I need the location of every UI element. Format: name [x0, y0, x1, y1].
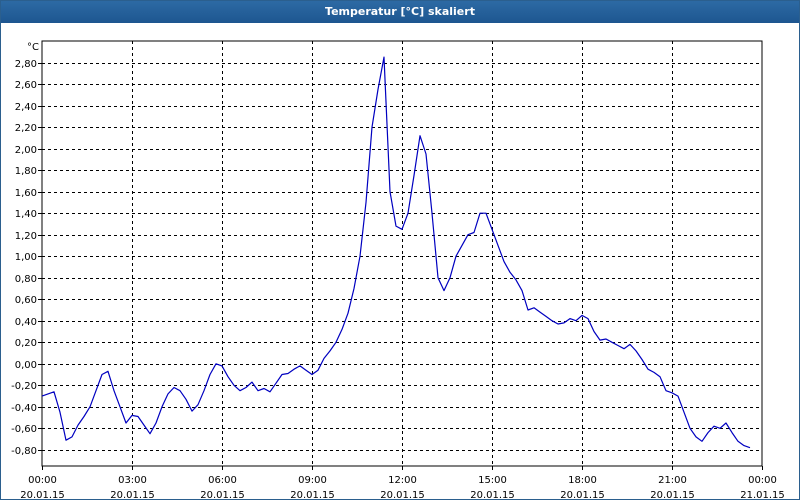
x-tick-time-label: 00:00 [748, 475, 777, 486]
x-tick-time-label: 09:00 [298, 475, 327, 486]
x-axis-ticks: 00:00 20.01.15 03:00 20.01.15 06:00 20.01.15 0… [20, 466, 785, 501]
y-tick-label: 1,40 [15, 209, 37, 220]
y-tick-label: -0,60 [11, 424, 37, 435]
y-tick-label: -0,80 [11, 446, 37, 457]
y-tick-label: 0,00 [15, 360, 37, 371]
x-tick-time-label: 06:00 [208, 475, 237, 486]
x-tick-date-label: 20.01.15 [290, 490, 335, 500]
y-tick-label: 2,80 [15, 59, 37, 70]
y-tick-label: 2,60 [15, 80, 37, 91]
y-axis-unit-label: °C [27, 42, 39, 53]
x-tick-date-label: 20.01.15 [560, 490, 605, 500]
y-tick-label: 1,60 [15, 188, 37, 199]
temperature-chart: 2,80 2,60 2,40 2,20 2,00 1,80 1,60 1,40 1,20 1,00… [11, 40, 785, 501]
y-tick-label: 0,60 [15, 295, 37, 306]
y-tick-label: 1,80 [15, 166, 37, 177]
x-tick-time-label: 18:00 [568, 475, 597, 486]
y-tick-label: 1,20 [15, 231, 37, 242]
chart-area: 2,80 2,60 2,40 2,20 2,00 1,80 1,60 1,40 1,20 1,00… [1, 24, 799, 501]
x-tick-date-label: 20.01.15 [110, 490, 155, 500]
x-tick-time-label: 15:00 [478, 475, 507, 486]
x-tick-date-label: 20.01.15 [650, 490, 695, 500]
x-tick-time-label: 21:00 [658, 475, 687, 486]
chart-window: Temperatur [°C] skaliert 2,80 2,60 2,40 2,2… [0, 0, 800, 501]
y-tick-label: -0,20 [11, 381, 37, 392]
y-tick-label: 2,20 [15, 123, 37, 134]
y-tick-label: 0,40 [15, 317, 37, 328]
x-tick-time-label: 00:00 [28, 475, 57, 486]
x-tick-date-label: 20.01.15 [20, 490, 65, 500]
x-tick-date-label: 21.01.15 [740, 490, 785, 500]
window-title: Temperatur [°C] skaliert [1, 1, 799, 23]
y-tick-label: 0,80 [15, 274, 37, 285]
x-tick-time-label: 12:00 [388, 475, 417, 486]
x-tick-time-label: 03:00 [118, 475, 147, 486]
x-tick-date-label: 20.01.15 [470, 490, 515, 500]
y-tick-label: 2,00 [15, 145, 37, 156]
y-tick-label: 1,00 [15, 252, 37, 263]
y-tick-label: -0,40 [11, 403, 37, 414]
x-tick-date-label: 20.01.15 [200, 490, 245, 500]
y-tick-label: 0,20 [15, 338, 37, 349]
y-tick-label: 2,40 [15, 102, 37, 113]
y-axis-ticks: 2,80 2,60 2,40 2,20 2,00 1,80 1,60 1,40 1,20 1,00… [11, 59, 42, 457]
x-tick-date-label: 20.01.15 [380, 490, 425, 500]
